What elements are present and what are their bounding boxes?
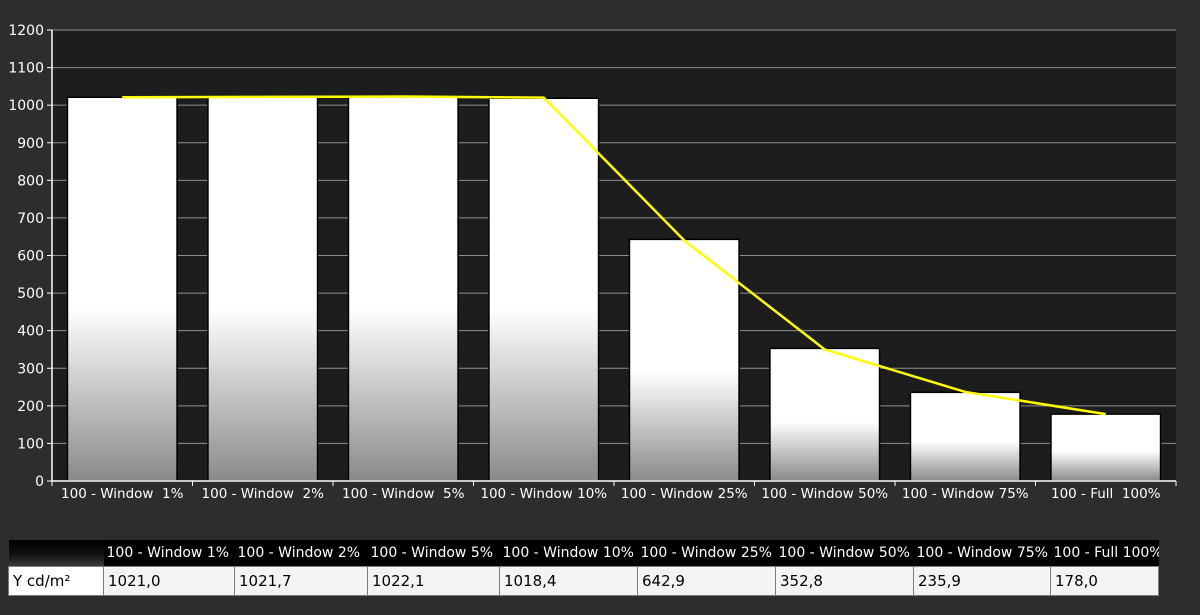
y-tick-label: 1000 (8, 98, 44, 114)
x-tick-label: 100 - Full 100% (1051, 486, 1161, 502)
table-corner (8, 540, 104, 567)
bar (347, 96, 459, 482)
table-header-row: 100 - Window 1% 100 - Window 2% 100 - Wi… (8, 540, 1159, 567)
x-tick-label: 100 - Window 1% (61, 486, 184, 502)
x-tick-label: 100 - Window 50% (761, 486, 888, 502)
x-tick-label: 100 - Window 75% (902, 486, 1029, 502)
table-header: 100 - Window 10% (499, 540, 638, 567)
bar (66, 96, 178, 482)
table-cell: 178,0 (1050, 566, 1159, 596)
y-tick-label: 0 (35, 474, 44, 490)
y-tick-label: 1100 (8, 61, 44, 77)
table-header: 100 - Window 5% (367, 540, 500, 567)
y-tick-label: 200 (17, 399, 44, 415)
table-cell: 1018,4 (499, 566, 638, 596)
x-tick-label: 100 - Window 25% (621, 486, 748, 502)
bar (628, 238, 740, 482)
table-cell: 1022,1 (367, 566, 500, 596)
y-tick-label: 800 (17, 173, 44, 189)
y-tick-label: 900 (17, 136, 44, 152)
table-header: 100 - Window 25% (637, 540, 776, 567)
y-tick-label: 700 (17, 211, 44, 227)
bar (769, 347, 881, 482)
bar (488, 97, 600, 482)
table-header: 100 - Window 2% (234, 540, 368, 567)
y-tick-label: 400 (17, 324, 44, 340)
x-tick-label: 100 - Window 2% (202, 486, 325, 502)
x-tick-label: 100 - Window 10% (480, 486, 607, 502)
data-table: 100 - Window 1% 100 - Window 2% 100 - Wi… (8, 540, 1159, 596)
table-cell: 352,8 (775, 566, 914, 596)
bar (1050, 413, 1162, 482)
bar (909, 391, 1021, 482)
table-header: 100 - Window 1% (103, 540, 235, 567)
table-header: 100 - Window 50% (775, 540, 914, 567)
bar (207, 96, 319, 482)
luminance-bar-chart: 0 100 200 300 400 500 600 700 800 900 1000 1100 1200… (8, 23, 1177, 502)
table-cell: 1021,0 (103, 566, 235, 596)
table-header: 100 - Full 100% (1050, 540, 1159, 567)
y-tick-label: 100 (17, 436, 44, 452)
table-header: 100 - Window 75% (913, 540, 1051, 567)
y-tick-label: 300 (17, 361, 44, 377)
table-cell: 235,9 (913, 566, 1051, 596)
table-cell: 642,9 (637, 566, 776, 596)
row-label: Y cd/m² (8, 566, 104, 596)
y-tick-label: 600 (17, 249, 44, 265)
y-tick-label: 500 (17, 286, 44, 302)
y-tick-label: 1200 (8, 23, 44, 39)
table-cell: 1021,7 (234, 566, 368, 596)
x-tick-label: 100 - Window 5% (342, 486, 465, 502)
table-row: Y cd/m² 1021,0 1021,7 1022,1 1018,4 642,… (8, 566, 1159, 596)
